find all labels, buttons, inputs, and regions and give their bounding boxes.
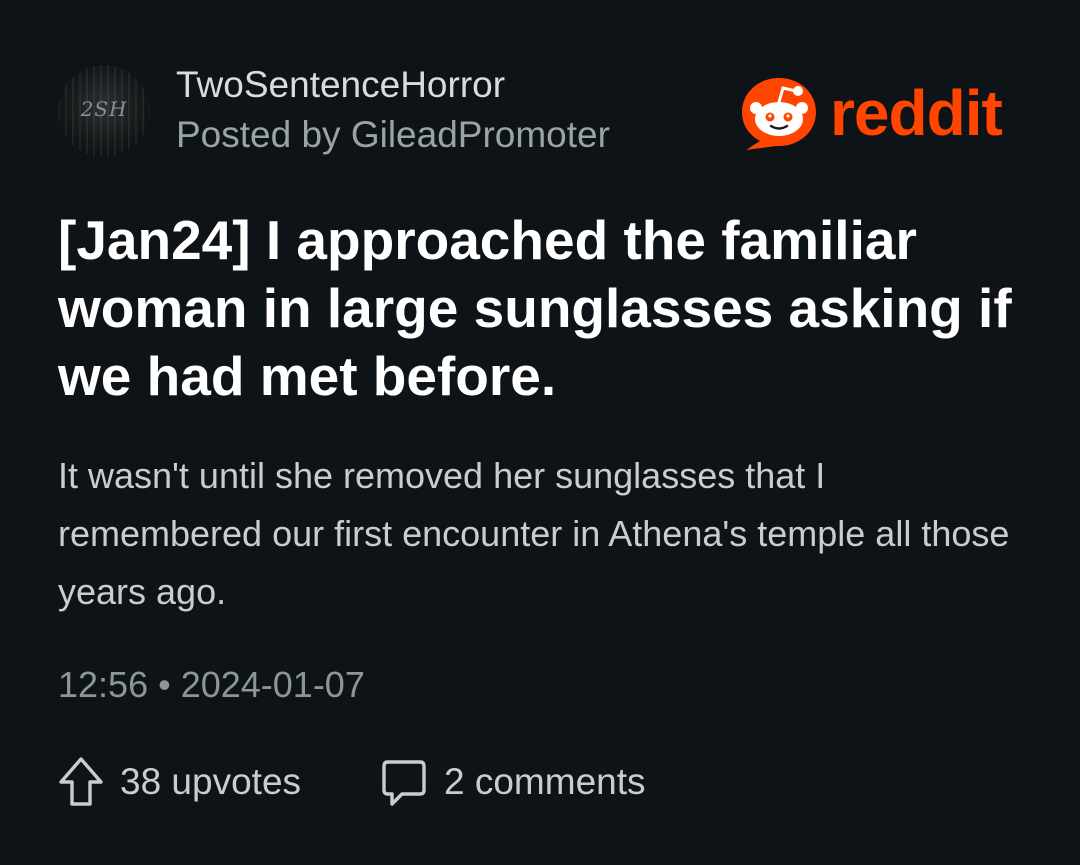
- post-title[interactable]: [Jan24] I approached the familiar woman …: [58, 206, 1018, 410]
- posted-by-author[interactable]: Posted by GileadPromoter: [176, 114, 610, 156]
- upvote-count: 38 upvotes: [120, 761, 302, 802]
- post-body: It wasn't until she removed her sunglass…: [58, 455, 1010, 612]
- subreddit-avatar[interactable]: 2SH: [58, 65, 150, 157]
- reddit-logo: reddit: [736, 70, 1036, 156]
- upvote-button[interactable]: 38 upvotes: [58, 752, 301, 812]
- subreddit-name[interactable]: TwoSentenceHorror: [176, 64, 505, 106]
- comments-button[interactable]: 2 comments: [380, 752, 646, 812]
- post-header: 2SH TwoSentenceHorror Posted by GileadPr…: [58, 62, 1038, 158]
- comment-count: 2 comments: [444, 761, 646, 802]
- post-timestamp: 12:56 • 2024-01-07: [58, 664, 365, 705]
- post-actions: 38 upvotes 2 comments: [58, 752, 958, 812]
- avatar-label: 2SH: [80, 97, 128, 121]
- upvote-arrow-icon: [59, 757, 103, 806]
- post-card: 2SH TwoSentenceHorror Posted by GileadPr…: [0, 0, 1080, 865]
- reddit-snoo-icon: [742, 78, 816, 150]
- reddit-wordmark: reddit: [830, 77, 1003, 149]
- comment-bubble-icon: [382, 760, 426, 806]
